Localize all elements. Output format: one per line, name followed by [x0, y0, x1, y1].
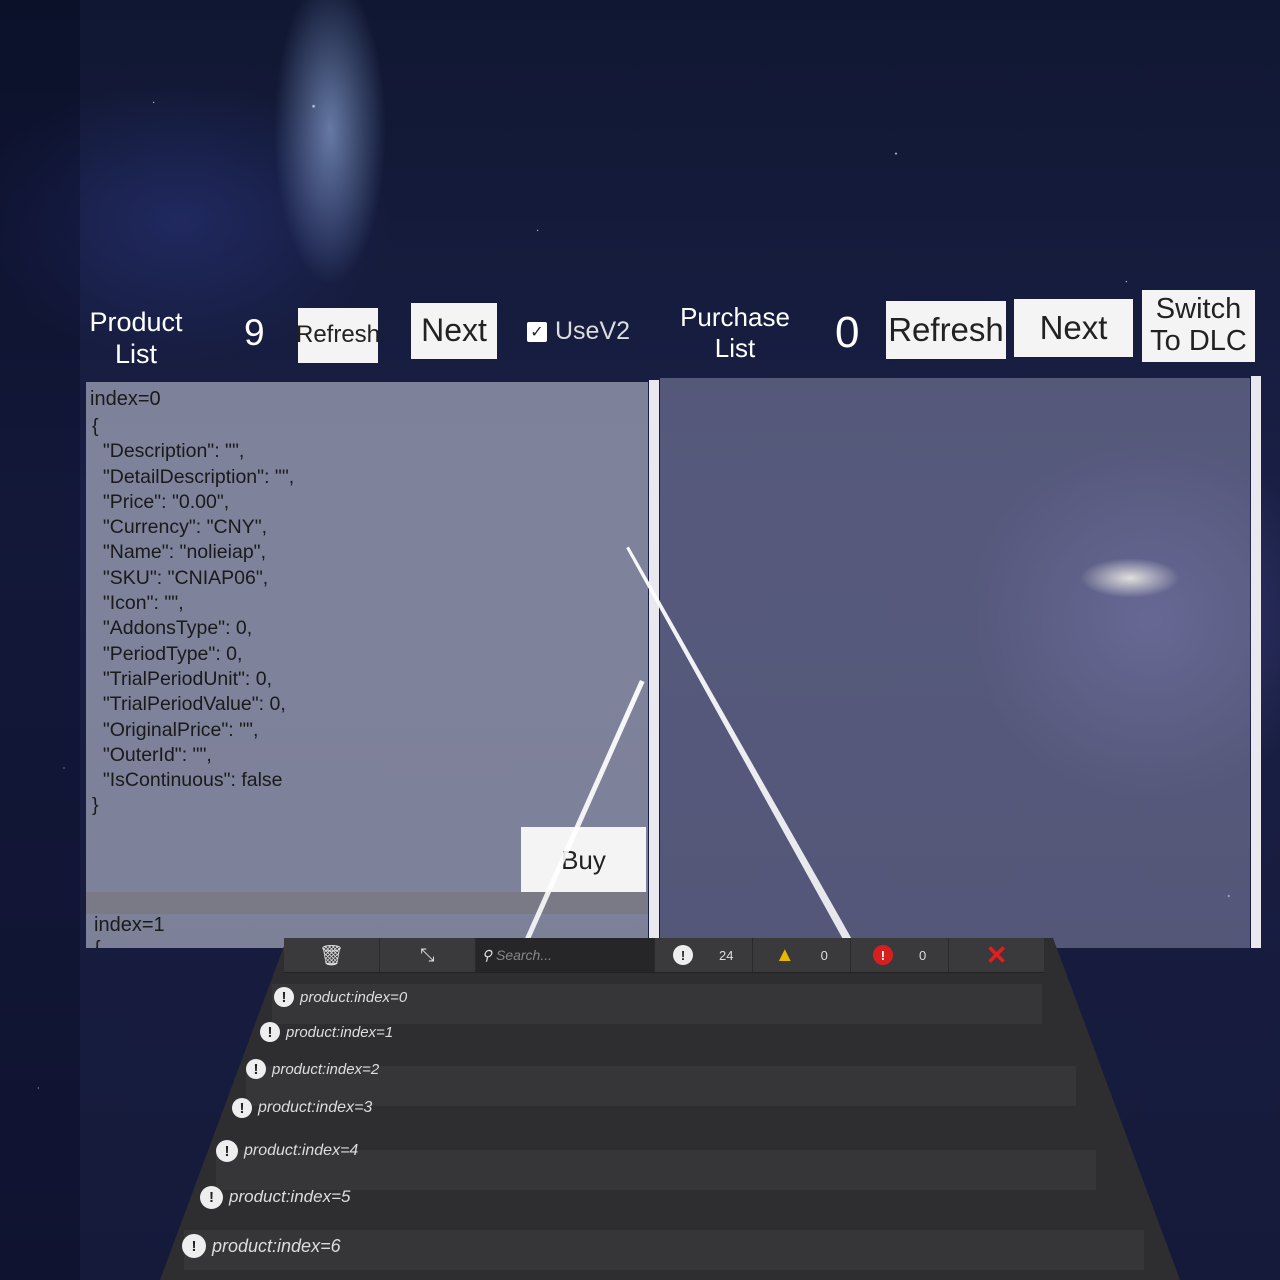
collapse-icon: ⤡	[420, 944, 435, 965]
usev2-checkbox[interactable]: ✓	[527, 321, 547, 342]
purchase-list-label: Purchase List	[680, 302, 790, 364]
product-next-button[interactable]: Next	[411, 303, 497, 359]
purchase-list-panel[interactable]	[660, 378, 1250, 948]
search-icon: ⚲	[481, 946, 492, 963]
error-icon: !	[872, 945, 893, 965]
usev2-label: UseV2	[555, 317, 631, 345]
product-item-header: index=1	[94, 914, 165, 936]
close-icon: ✕	[985, 939, 1008, 970]
info-icon: !	[672, 945, 693, 965]
log-message: product:index=1	[286, 1023, 394, 1041]
warning-icon: ▲	[774, 943, 795, 966]
info-icon: !	[216, 1140, 238, 1162]
product-list-label: Product List	[89, 307, 183, 370]
clear-button[interactable]: 🗑	[284, 938, 380, 972]
search-field[interactable]: ⚲ Search...	[475, 938, 655, 972]
debug-console: 🗑 ⤡ ⚲ Search... ! 24 ▲ 0 ! 0 ✕ ! product…	[160, 938, 1180, 1280]
log-row[interactable]: ! product:index=0	[274, 978, 407, 1016]
purchase-count: 0	[835, 308, 860, 357]
log-row[interactable]: ! product:index=3	[232, 1089, 372, 1127]
product-item-header: index=0	[90, 388, 161, 410]
info-icon: !	[274, 987, 294, 1007]
purchase-list-scrollbar[interactable]	[1251, 376, 1261, 948]
log-message: product:index=2	[272, 1060, 380, 1078]
log-row[interactable]: ! product:index=6	[182, 1227, 341, 1265]
log-row[interactable]: ! product:index=2	[246, 1050, 379, 1088]
info-icon: !	[260, 1022, 280, 1042]
usev2-toggle[interactable]: ✓ UseV2	[527, 317, 630, 346]
error-count: 0	[918, 947, 927, 963]
item-divider	[86, 892, 648, 914]
log-message: product:index=0	[300, 988, 408, 1006]
buy-button[interactable]: Buy	[521, 827, 646, 894]
product-item-json: {	[94, 938, 101, 948]
purchase-next-button[interactable]: Next	[1014, 299, 1133, 357]
switch-to-dlc-button[interactable]: Switch To DLC	[1142, 290, 1255, 362]
info-count: 24	[718, 947, 734, 963]
log-message: product:index=4	[244, 1142, 359, 1159]
close-console-button[interactable]: ✕	[949, 938, 1044, 972]
product-item-json: { "Description": "", "DetailDescription"…	[92, 415, 295, 817]
console-toolbar: 🗑 ⤡ ⚲ Search... ! 24 ▲ 0 ! 0 ✕	[284, 938, 1044, 973]
log-message: product:index=5	[229, 1187, 351, 1206]
info-filter[interactable]: ! 24	[655, 938, 753, 972]
search-placeholder: Search...	[495, 947, 553, 963]
product-refresh-button[interactable]: Refresh	[296, 308, 380, 363]
info-icon: !	[232, 1098, 252, 1118]
product-item-0: index=0 { "Description": "", "DetailDesc…	[86, 382, 648, 894]
warning-count: 0	[820, 947, 828, 963]
left-wall	[0, 0, 80, 1280]
error-filter[interactable]: ! 0	[851, 938, 950, 972]
log-row[interactable]: ! product:index=5	[200, 1178, 350, 1216]
info-icon: !	[200, 1185, 223, 1209]
log-row[interactable]: ! product:index=1	[260, 1013, 393, 1051]
log-message: product:index=6	[212, 1235, 341, 1256]
log-row[interactable]: ! product:index=4	[216, 1132, 358, 1170]
trash-icon: 🗑	[318, 944, 345, 967]
info-icon: !	[246, 1059, 266, 1079]
product-count: 9	[244, 312, 265, 353]
info-icon: !	[182, 1234, 206, 1258]
log-message: product:index=3	[258, 1099, 373, 1116]
nebula-glow	[1080, 558, 1180, 598]
purchase-refresh-button[interactable]: Refresh	[886, 301, 1006, 359]
collapse-button[interactable]: ⤡	[380, 938, 476, 972]
warning-filter[interactable]: ▲ 0	[753, 938, 851, 972]
product-list-scrollbar[interactable]	[649, 380, 659, 948]
